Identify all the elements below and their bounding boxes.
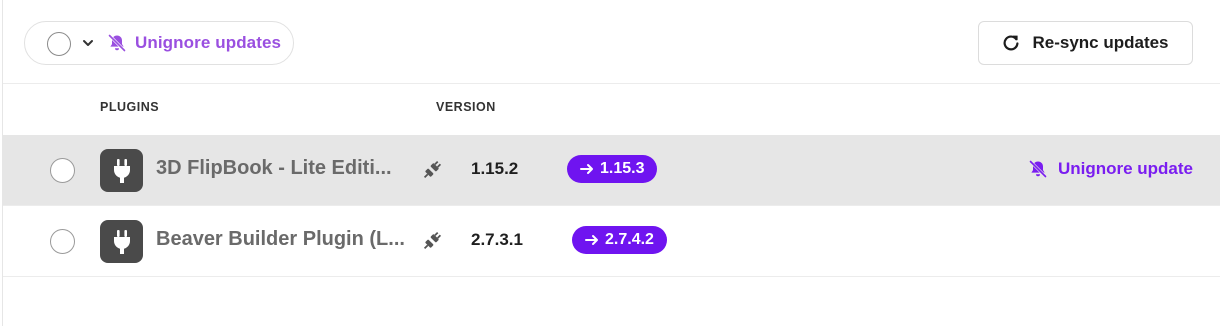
refresh-icon [1004,35,1019,51]
select-all-checkbox[interactable] [47,32,71,56]
resync-updates-button[interactable]: Re-sync updates [978,21,1193,65]
plugin-name[interactable]: Beaver Builder Plugin (L... [156,228,411,251]
row-checkbox[interactable] [50,229,75,254]
bell-slash-icon [1028,160,1047,178]
unignore-updates-label: Unignore updates [135,33,282,52]
plug-icon [100,149,143,192]
new-version-label: 1.15.3 [600,160,645,177]
plug-connected-icon [423,231,442,250]
bulk-action-group: Unignore updates [24,21,294,65]
unignore-updates-button[interactable]: Unignore updates [107,22,281,64]
bell-slash-icon [108,34,126,52]
current-version: 2.7.3.1 [471,230,523,249]
chevron-down-icon[interactable] [82,36,94,50]
new-version-label: 2.7.4.2 [605,231,654,248]
current-version: 1.15.2 [471,159,519,178]
plugin-name[interactable]: 3D FlipBook - Lite Editi... [156,157,411,180]
updates-panel: Unignore updates Re-sync updates PLUGINS… [2,0,1220,326]
unignore-update-button[interactable]: Unignore update [1028,159,1193,179]
table-row[interactable]: Beaver Builder Plugin (L... 2.7.3.1 2.7.… [3,206,1220,277]
plug-connected-icon [423,160,442,179]
plug-icon [100,220,143,263]
arrow-right-icon [585,235,598,245]
new-version-badge[interactable]: 2.7.4.2 [572,226,667,254]
new-version-badge[interactable]: 1.15.3 [567,155,658,183]
row-checkbox[interactable] [50,158,75,183]
table-row[interactable]: 3D FlipBook - Lite Editi... 1.15.2 1.15.… [3,135,1220,206]
toolbar: Unignore updates Re-sync updates [3,0,1220,84]
resync-updates-label: Re-sync updates [1032,33,1169,52]
version-column-header: VERSION [436,100,496,114]
plugins-column-header: PLUGINS [100,100,160,114]
unignore-update-label: Unignore update [1057,159,1193,178]
arrow-right-icon [580,164,593,174]
